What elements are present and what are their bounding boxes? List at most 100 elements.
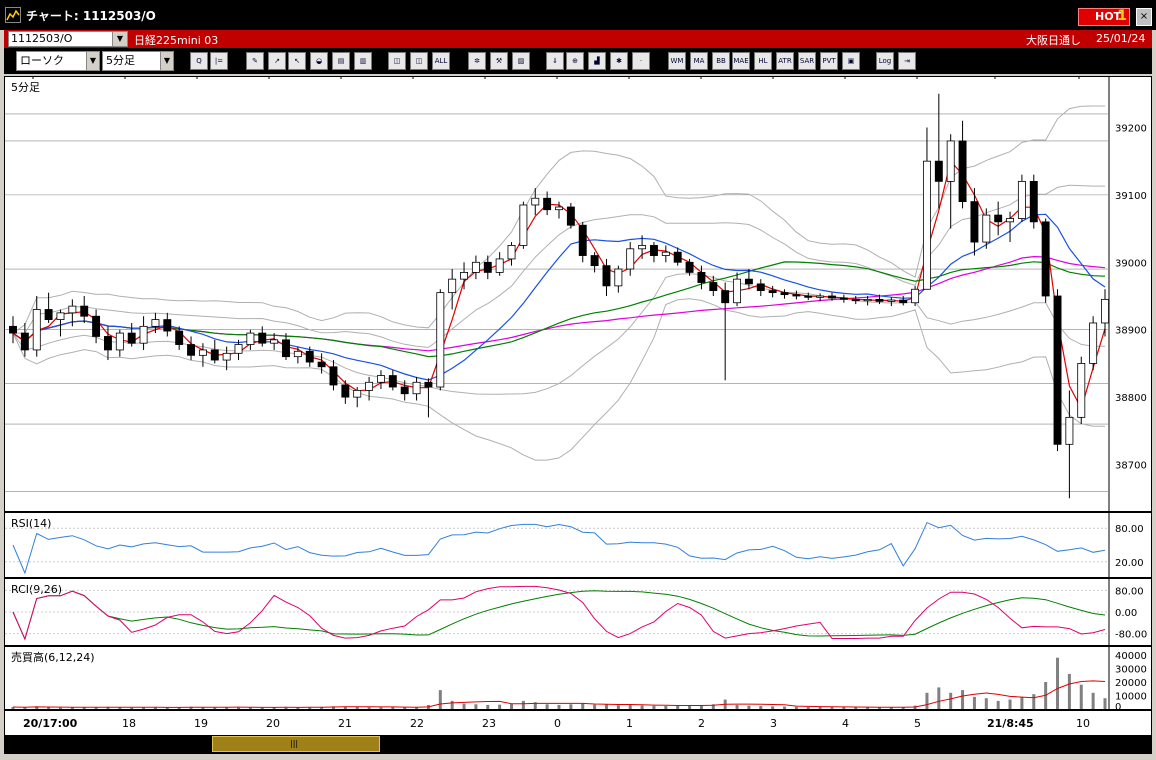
candle xyxy=(602,265,611,287)
time-scrollbar[interactable] xyxy=(4,736,1152,754)
rci-tick-label: -80.00 xyxy=(1115,630,1147,641)
volume-bar xyxy=(438,690,442,709)
time-tick-label: 0 xyxy=(554,717,561,730)
volume-bar xyxy=(58,707,62,709)
candle xyxy=(828,295,836,299)
volume-bar xyxy=(664,706,668,709)
fill-button[interactable]: ◒ xyxy=(310,52,328,70)
notes-button[interactable]: ▤ xyxy=(332,52,350,70)
tool-button[interactable]: ⚒ xyxy=(490,52,508,70)
settings-button[interactable]: ✲ xyxy=(468,52,486,70)
candle xyxy=(56,312,65,320)
candle-button[interactable]: ◫ xyxy=(388,52,406,70)
symbol-dropdown-arrow[interactable]: ▼ xyxy=(112,31,128,47)
disabled-button[interactable]: · xyxy=(632,52,650,70)
app-chart-icon xyxy=(5,7,21,23)
ma-mid-line xyxy=(12,213,1106,381)
volume-bar xyxy=(949,692,953,709)
volume-tick-label: 10000 xyxy=(1115,692,1147,703)
candle xyxy=(198,349,207,356)
hl-button[interactable]: HL xyxy=(754,52,772,70)
volume-bar xyxy=(1008,699,1012,709)
ma-short-line xyxy=(12,159,1106,410)
volume-tick-label: 30000 xyxy=(1115,665,1147,676)
volume-bar xyxy=(379,707,383,709)
candle xyxy=(649,245,658,256)
period-button[interactable]: |= xyxy=(210,52,228,70)
candle xyxy=(922,160,931,290)
volume-bar xyxy=(1056,657,1060,709)
volume-bar xyxy=(593,704,597,709)
search-button[interactable]: Q xyxy=(190,52,208,70)
candle xyxy=(163,319,172,332)
candle xyxy=(887,299,896,302)
trendline-button[interactable]: ↗ xyxy=(268,52,286,70)
bollinger-upper-line xyxy=(12,105,1105,334)
color-button[interactable]: ▨ xyxy=(512,52,530,70)
volume-ma-line xyxy=(12,680,1106,708)
hot-number: 1 xyxy=(1117,8,1127,24)
delete-button[interactable]: ▥ xyxy=(354,52,372,70)
time-tick-label: 21 xyxy=(338,717,352,730)
time-tick-label: 22 xyxy=(410,717,424,730)
volume-bar xyxy=(759,706,763,709)
candle xyxy=(780,292,789,296)
candle xyxy=(353,389,362,398)
symbol-code-input[interactable]: 1112503/O xyxy=(8,31,128,47)
exit-button[interactable]: ⇥ xyxy=(898,52,916,70)
hot-button[interactable]: HOT 1 xyxy=(1078,8,1130,26)
candle xyxy=(103,336,112,351)
candle xyxy=(460,272,469,280)
volume-bar xyxy=(486,704,490,709)
volume-bar xyxy=(771,706,775,709)
volume-bar xyxy=(581,703,585,709)
candle xyxy=(626,248,635,270)
volume-bar xyxy=(1020,696,1024,709)
title-bar xyxy=(0,0,1156,30)
wma-button[interactable]: WM xyxy=(668,52,686,70)
candle xyxy=(270,339,279,344)
pvt-button[interactable]: PVT xyxy=(820,52,838,70)
candle xyxy=(543,197,552,211)
mae-button[interactable]: MAE xyxy=(732,52,750,70)
close-button[interactable]: × xyxy=(1136,8,1152,26)
candle xyxy=(1041,221,1050,297)
price-tick-label: 38800 xyxy=(1115,393,1147,404)
chart-button[interactable]: ▟ xyxy=(588,52,606,70)
candle xyxy=(317,361,326,368)
down-button[interactable]: ⇓ xyxy=(546,52,564,70)
log-button[interactable]: Log xyxy=(876,52,894,70)
candle2-button[interactable]: ◫ xyxy=(410,52,428,70)
candle xyxy=(9,325,17,334)
bb-button[interactable]: BB xyxy=(712,52,730,70)
volume-bar xyxy=(1091,692,1095,709)
time-tick-label: 21/8:45 xyxy=(987,717,1034,730)
volume-tick-label: 0 xyxy=(1115,702,1121,713)
candle xyxy=(424,381,433,388)
candle xyxy=(1029,180,1038,223)
volume-bar xyxy=(70,707,74,709)
candle xyxy=(92,315,101,337)
zoom-button[interactable]: ⊕ xyxy=(566,52,584,70)
all-button[interactable]: ALL xyxy=(432,52,450,70)
candle xyxy=(1077,363,1086,418)
ma-button[interactable]: MA xyxy=(690,52,708,70)
sar-button[interactable]: SAR xyxy=(798,52,816,70)
volume-panel-label: 売買高(6,12,24) xyxy=(11,650,95,664)
window-button[interactable]: ▣ xyxy=(842,52,860,70)
candle xyxy=(258,332,267,344)
volume-bar xyxy=(510,703,514,709)
chart-type-select[interactable]: ローソク ▼ xyxy=(16,51,100,71)
interval-select[interactable]: 5分足 ▼ xyxy=(102,51,174,71)
chart-area[interactable]: 5分足 RSI(14) RCI(9,26) 売買高(6,12,24) 39200 3910… xyxy=(4,76,1152,736)
candle xyxy=(388,375,397,388)
symbol-name: 日経225mini 03 xyxy=(134,34,219,47)
pencil-button[interactable]: ✎ xyxy=(246,52,264,70)
compare-button[interactable]: ✱ xyxy=(610,52,628,70)
cursor-button[interactable]: ↖ xyxy=(288,52,306,70)
candle xyxy=(436,292,445,388)
candle xyxy=(44,309,53,320)
atr-button[interactable]: ATR xyxy=(776,52,794,70)
time-tick-label: 5 xyxy=(914,717,921,730)
candle xyxy=(519,204,528,246)
